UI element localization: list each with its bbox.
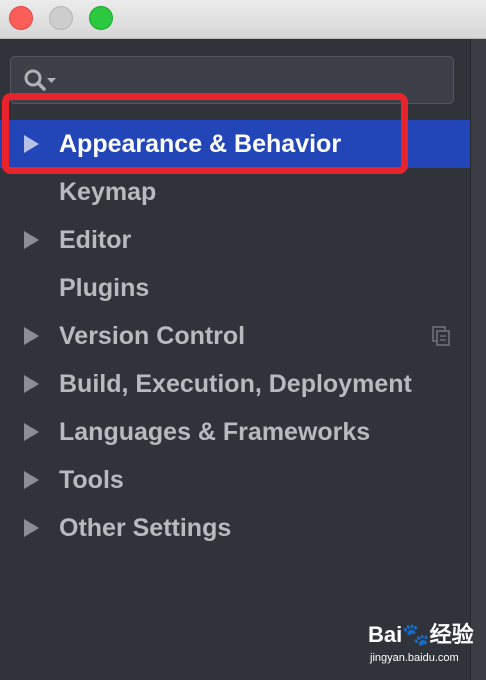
settings-tree-panel: Appearance & Behavior Keymap Editor Plug… [0,39,470,680]
tree-item-editor[interactable]: Editor [0,216,470,264]
tree-item-version-control[interactable]: Version Control [0,312,470,360]
expand-arrow-icon[interactable] [24,471,39,489]
tree-item-plugins[interactable]: Plugins [0,264,470,312]
tree-item-label: Plugins [59,274,150,302]
window-titlebar [0,0,486,39]
expand-arrow-icon[interactable] [24,231,39,249]
settings-tree: Appearance & Behavior Keymap Editor Plug… [0,120,470,552]
tree-item-label: Version Control [59,322,246,350]
tree-item-label: Editor [59,226,132,254]
expand-arrow-icon[interactable] [24,375,39,393]
panel-splitter[interactable] [470,39,486,680]
tree-item-label: Languages & Frameworks [59,418,371,446]
tree-item-label: Appearance & Behavior [59,130,342,158]
tree-item-keymap[interactable]: Keymap [0,168,470,216]
search-input[interactable] [67,65,451,97]
tree-item-build-execution-deployment[interactable]: Build, Execution, Deployment [0,360,470,408]
expand-arrow-icon[interactable] [24,135,39,153]
tree-item-tools[interactable]: Tools [0,456,470,504]
zoom-window-button[interactable] [89,6,113,30]
tree-item-languages-frameworks[interactable]: Languages & Frameworks [0,408,470,456]
search-icon[interactable] [23,68,61,92]
watermark-logo: Bai🐾经验 [368,622,474,647]
tree-item-label: Build, Execution, Deployment [59,370,412,398]
search-field[interactable] [10,56,454,104]
tree-item-label: Tools [59,466,124,494]
minimize-window-button[interactable] [49,6,73,30]
tree-item-appearance-behavior[interactable]: Appearance & Behavior [0,120,470,168]
copy-project-icon [432,326,450,346]
expand-arrow-icon[interactable] [24,423,39,441]
baidu-jingyan-watermark: Bai🐾经验 jingyan.baidu.com [368,622,478,670]
close-window-button[interactable] [9,6,33,30]
tree-item-label: Keymap [59,178,157,206]
watermark-url: jingyan.baidu.com [370,652,459,664]
expand-arrow-icon[interactable] [24,519,39,537]
tree-item-other-settings[interactable]: Other Settings [0,504,470,552]
tree-item-label: Other Settings [59,514,232,542]
expand-arrow-icon[interactable] [24,327,39,345]
